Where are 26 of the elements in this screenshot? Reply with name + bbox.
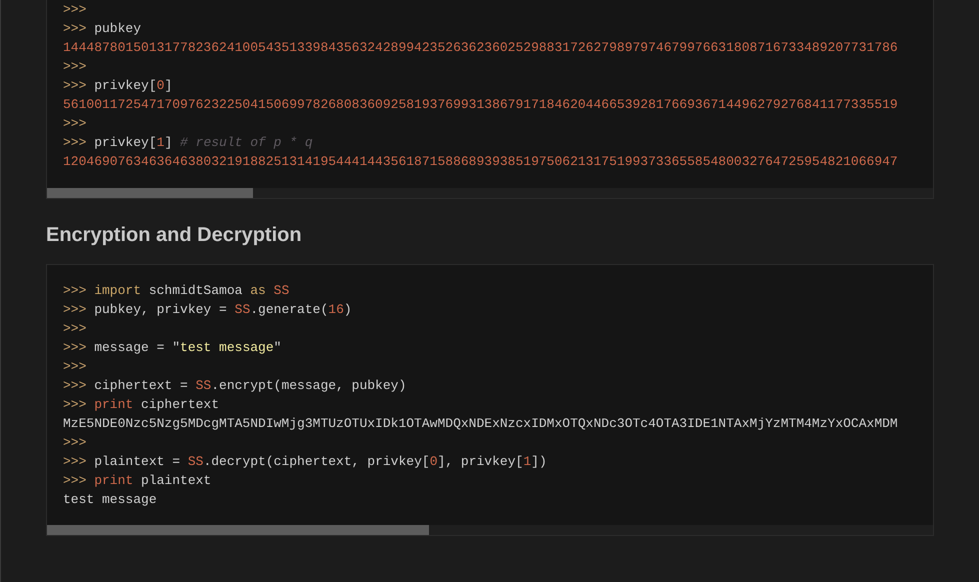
- code-line: >>>: [63, 434, 86, 452]
- code-line: 56100117254717097623225041506997826808360925819376993138679171846204466539281766936714496279276841177335519: [63, 96, 898, 114]
- scrollbar-track[interactable]: [47, 188, 933, 198]
- code-line: >>>: [63, 358, 86, 376]
- code-line: 12046907634636463803219188251314195444144356187158868939385197506213175199373365585480032764725954821066947: [63, 153, 898, 171]
- code-line: >>> pubkey: [63, 20, 142, 38]
- code-line: >>> message = "test message": [63, 339, 282, 357]
- code-line: MzE5NDE0Nzc5Nzg5MDcgMTA5NDIwMjg3MTUzOTUxIDk1OTAwMDQxNDExNzcxIDMxOTQxNDc3OTc4OTA3IDE1NTAxMjYzMTM4MzYxOCAxMDM: [63, 415, 898, 433]
- code-line: >>> pubkey, privkey = SS.generate(16): [63, 301, 352, 319]
- code-line: test message: [63, 491, 157, 509]
- code-line: >>>: [63, 115, 86, 133]
- scrollbar-thumb[interactable]: [47, 188, 253, 198]
- section-heading: Encryption and Decryption: [46, 223, 302, 248]
- code-line: >>> privkey[1] # result of p * q: [63, 134, 313, 152]
- code-line: 14448780150131778236241005435133984356324289942352636236025298831726279897974679976631808716733489207731786: [63, 39, 898, 57]
- code-line: >>> privkey[0]: [63, 77, 172, 95]
- code-line: >>>: [63, 1, 86, 19]
- scrollbar-thumb[interactable]: [47, 525, 429, 535]
- code-line: >>>: [63, 58, 86, 76]
- code-line: >>> plaintext = SS.decrypt(ciphertext, privkey[0], privkey[1]): [63, 453, 547, 471]
- code-line: >>> import schmidtSamoa as SS: [63, 282, 290, 300]
- code-line: >>> print ciphertext: [63, 396, 220, 414]
- code-line: >>> print plaintext: [63, 472, 212, 490]
- scrollbar-track[interactable]: [47, 525, 933, 535]
- code-line: >>>: [63, 320, 86, 338]
- code-line: >>> ciphertext = SS.encrypt(message, pubkey): [63, 377, 406, 395]
